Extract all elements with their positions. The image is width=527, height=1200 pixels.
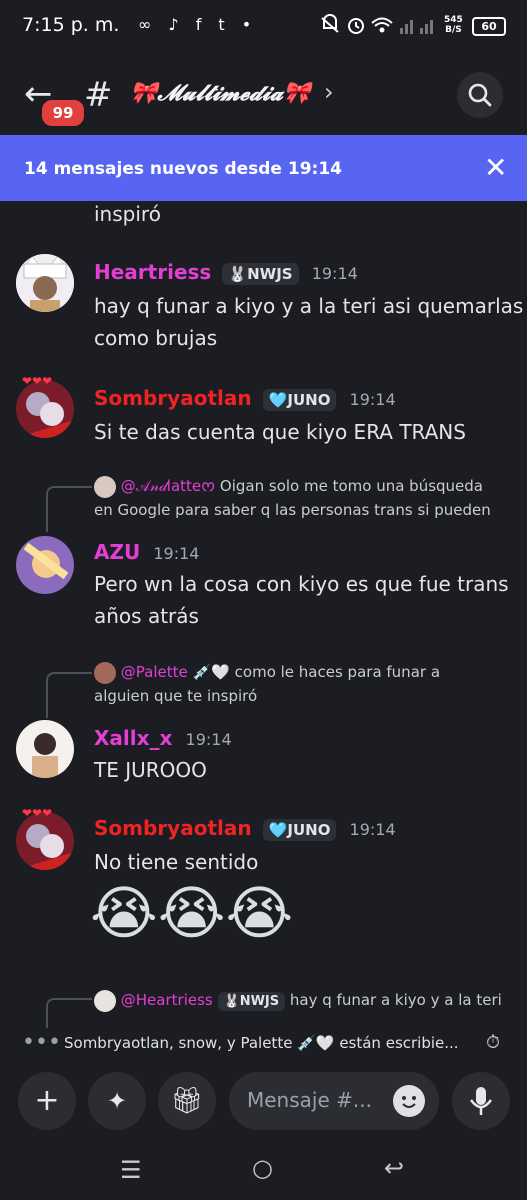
mini-avatar <box>94 661 116 684</box>
message-text: TE JUROOO <box>94 758 207 782</box>
heart-icon: 🩵 <box>268 391 288 409</box>
message-placeholder: Mensaje #... <box>247 1088 372 1112</box>
guild-tag[interactable]: 🩵JUNO <box>262 389 337 411</box>
net-speed: 545 B/S <box>444 15 463 35</box>
syringe-heart-icon: 💉🤍 <box>192 663 230 681</box>
status-time: 7:15 p. m. <box>22 14 120 36</box>
apps-button[interactable]: ✦ <box>88 1072 146 1130</box>
notification-icons: ∞ ♪ f t • <box>138 15 258 34</box>
guild-tag[interactable]: 🐰NWJS <box>222 263 299 285</box>
gift-button[interactable]: 🎁︎ <box>158 1072 216 1130</box>
bunny-icon: 🐰 <box>223 994 240 1009</box>
reply-connector <box>46 486 92 532</box>
emoji-icon[interactable] <box>393 1085 425 1117</box>
plus-icon: + <box>34 1083 60 1118</box>
username[interactable]: AZU <box>94 540 140 564</box>
username[interactable]: Sombryaotlan <box>94 816 252 840</box>
typing-dots-icon: ••• <box>22 1030 61 1055</box>
message-header: Sombryaotlan 🩵JUNO 19:14 <box>94 816 396 841</box>
add-attachment-button[interactable]: + <box>18 1072 76 1130</box>
message-header: AZU 19:14 <box>94 540 199 564</box>
banner-text: 14 mensajes nuevos desde 19:14 <box>24 159 342 179</box>
slowmode-timer-icon: ⏱ <box>486 1032 501 1053</box>
reply-connector <box>46 672 92 718</box>
message-header: Xallx_x 19:14 <box>94 726 232 750</box>
avatar[interactable] <box>16 536 74 594</box>
avatar[interactable] <box>16 812 74 870</box>
search-button[interactable] <box>457 72 503 118</box>
message-continuation: inspiró <box>94 202 161 226</box>
timestamp: 19:14 <box>185 730 232 749</box>
guild-tag: 🐰NWJS <box>217 992 286 1011</box>
avatar[interactable] <box>16 254 74 312</box>
typing-indicator: ••• Sombryaotlan, snow, y Palette 💉🤍 est… <box>0 1028 527 1060</box>
avatar[interactable] <box>16 720 74 778</box>
mini-avatar <box>94 475 116 498</box>
reply-preview[interactable]: @Heartriess 🐰NWJS hay q funar a kiyo y a… <box>94 988 524 1014</box>
chevron-right-icon[interactable]: › <box>324 78 334 106</box>
message-header: Heartriess 🐰NWJS 19:14 <box>94 260 358 285</box>
mini-avatar <box>94 989 116 1012</box>
timestamp: 19:14 <box>349 390 396 409</box>
status-bar: 7:15 p. m. ∞ ♪ f t • 545 B/S 60 <box>0 0 527 52</box>
timestamp: 19:14 <box>311 264 358 283</box>
home-icon[interactable]: ○ <box>252 1154 273 1182</box>
recents-icon[interactable]: ☰ <box>120 1156 142 1184</box>
new-messages-banner[interactable]: 14 mensajes nuevos desde 19:14 ✕ <box>0 135 527 201</box>
username[interactable]: Sombryaotlan <box>94 386 252 410</box>
reply-preview[interactable]: @𝒜𝓃𝒹latteᰔ Oigan solo me tomo una búsque… <box>94 474 514 522</box>
username[interactable]: Xallx_x <box>94 726 172 750</box>
guild-tag[interactable]: 🩵JUNO <box>262 819 337 841</box>
timestamp: 19:14 <box>153 544 200 563</box>
message-text: No tiene sentido <box>94 850 259 874</box>
timestamp: 19:14 <box>349 820 396 839</box>
avatar[interactable] <box>16 380 74 438</box>
gift-icon: 🎁︎ <box>170 1086 204 1116</box>
message-text: Si te das cuenta que kiyo ERA TRANS <box>94 420 466 444</box>
bunny-icon: 🐰 <box>228 265 248 283</box>
message-header: Sombryaotlan 🩵JUNO 19:14 <box>94 386 396 411</box>
channel-name[interactable]: 🎀𝓜𝓾𝓵𝓽𝓲𝓶𝓮𝓭𝓲𝓪🎀 <box>130 80 310 106</box>
signal-wifi-alarm-icon <box>321 13 433 34</box>
search-icon <box>468 83 492 107</box>
close-icon[interactable]: ✕ <box>484 151 507 184</box>
crying-emojis: 😭😭😭 <box>90 879 294 947</box>
system-icons <box>320 13 438 40</box>
message-text: hay q funar a kiyo y a la teri asi quema… <box>94 294 524 350</box>
hearts-decoration-icon: ❤❤❤ <box>22 374 53 388</box>
message-composer: + ✦ 🎁︎ Mensaje #... <box>0 1060 527 1144</box>
voice-message-button[interactable] <box>452 1072 510 1130</box>
message-input[interactable]: Mensaje #... <box>229 1072 439 1130</box>
hash-icon: # <box>84 75 113 115</box>
microphone-icon <box>469 1087 493 1115</box>
apps-sparkle-icon: ✦ <box>106 1087 128 1115</box>
heart-icon: 🩵 <box>268 821 288 839</box>
reply-preview[interactable]: @Palette 💉🤍 como le haces para funar a a… <box>94 660 514 708</box>
username[interactable]: Heartriess <box>94 260 211 284</box>
unread-badge: 99 <box>39 97 87 129</box>
back-icon[interactable]: ↩ <box>384 1154 404 1182</box>
system-nav-bar: ☰ ○ ↩ <box>0 1144 527 1200</box>
typing-text: Sombryaotlan, snow, y Palette 💉🤍 están e… <box>64 1034 459 1052</box>
message-text: Pero wn la cosa con kiyo es que fue tran… <box>94 572 509 628</box>
battery-icon: 60 <box>472 17 506 36</box>
hearts-decoration-icon: ❤❤❤ <box>22 806 53 820</box>
